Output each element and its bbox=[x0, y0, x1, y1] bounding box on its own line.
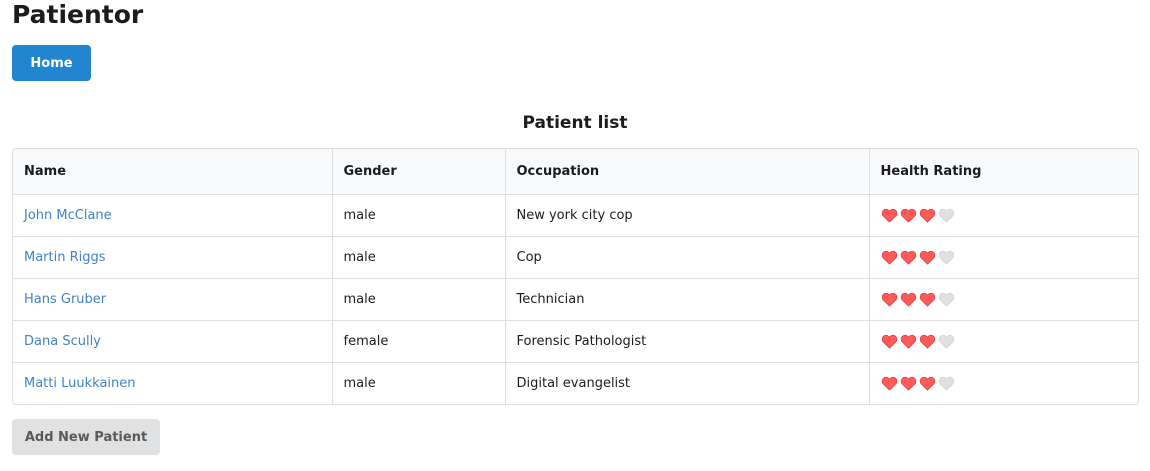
heart-filled-icon bbox=[900, 292, 917, 307]
cell-name: Hans Gruber bbox=[13, 278, 332, 321]
heart-filled-icon bbox=[881, 334, 898, 349]
patient-name-link[interactable]: Matti Luukkainen bbox=[24, 376, 136, 391]
heart-filled-icon bbox=[900, 208, 917, 223]
cell-name: John McClane bbox=[13, 195, 332, 237]
heart-empty-icon bbox=[938, 334, 955, 349]
table-row: Matti Luukkainen male Digital evangelist bbox=[13, 362, 1138, 404]
cell-name: Matti Luukkainen bbox=[13, 362, 332, 404]
cell-health-rating bbox=[868, 194, 1138, 237]
cell-occupation: New york city cop bbox=[504, 194, 869, 237]
patient-table-container: Name Gender Occupation Health Rating Joh… bbox=[12, 148, 1139, 405]
home-button[interactable]: Home bbox=[12, 45, 91, 81]
table-header: Name Gender Occupation Health Rating bbox=[13, 149, 1138, 195]
heart-filled-icon bbox=[881, 292, 898, 307]
cell-occupation: Digital evangelist bbox=[504, 362, 869, 404]
patient-name-link[interactable]: Dana Scully bbox=[24, 334, 101, 349]
table-row: Hans Gruber male Technician bbox=[13, 278, 1138, 321]
cell-gender: male bbox=[331, 236, 505, 279]
heart-filled-icon bbox=[881, 208, 898, 223]
patient-table: Name Gender Occupation Health Rating Joh… bbox=[13, 149, 1138, 404]
cell-health-rating bbox=[868, 278, 1138, 321]
column-header-health-rating: Health Rating bbox=[868, 149, 1138, 195]
cell-health-rating bbox=[868, 362, 1138, 404]
column-header-gender: Gender bbox=[331, 149, 505, 195]
cell-gender: male bbox=[331, 278, 505, 321]
health-rating bbox=[881, 376, 955, 391]
table-row: John McClane male New york city cop bbox=[13, 194, 1138, 237]
app-root: Patientor Home Patient list Name Gender … bbox=[0, 0, 1150, 471]
heart-filled-icon bbox=[900, 376, 917, 391]
patient-name-link[interactable]: Hans Gruber bbox=[24, 292, 106, 307]
table-body: John McClane male New york city cop Martin … bbox=[13, 194, 1138, 404]
heart-filled-icon bbox=[900, 334, 917, 349]
heart-filled-icon bbox=[881, 250, 898, 265]
health-rating bbox=[881, 334, 955, 349]
cell-gender: female bbox=[331, 320, 505, 363]
health-rating bbox=[881, 292, 955, 307]
heart-filled-icon bbox=[919, 376, 936, 391]
heart-empty-icon bbox=[938, 250, 955, 265]
app-title: Patientor bbox=[12, 0, 144, 29]
patient-list-title: Patient list bbox=[522, 113, 628, 133]
heart-empty-icon bbox=[938, 376, 955, 391]
cell-gender: male bbox=[331, 194, 505, 237]
cell-health-rating bbox=[868, 320, 1138, 363]
heart-filled-icon bbox=[881, 376, 898, 391]
cell-occupation: Cop bbox=[504, 236, 869, 279]
health-rating bbox=[881, 250, 955, 265]
cell-occupation: Forensic Pathologist bbox=[504, 320, 869, 363]
table-row: Martin Riggs male Cop bbox=[13, 236, 1138, 279]
heart-empty-icon bbox=[938, 292, 955, 307]
add-new-patient-button[interactable]: Add New Patient bbox=[12, 419, 160, 455]
cell-health-rating bbox=[868, 236, 1138, 279]
heart-filled-icon bbox=[919, 250, 936, 265]
heart-filled-icon bbox=[919, 292, 936, 307]
column-header-name: Name bbox=[13, 149, 332, 195]
health-rating bbox=[881, 208, 955, 223]
patient-name-link[interactable]: Martin Riggs bbox=[24, 250, 106, 265]
heart-filled-icon bbox=[919, 334, 936, 349]
heart-empty-icon bbox=[938, 208, 955, 223]
cell-name: Martin Riggs bbox=[13, 236, 332, 279]
heart-filled-icon bbox=[900, 250, 917, 265]
header-row: Name Gender Occupation Health Rating bbox=[13, 149, 1138, 195]
heart-filled-icon bbox=[919, 208, 936, 223]
table-row: Dana Scully female Forensic Pathologist bbox=[13, 320, 1138, 363]
patient-name-link[interactable]: John McClane bbox=[24, 208, 112, 223]
cell-gender: male bbox=[331, 362, 505, 404]
cell-name: Dana Scully bbox=[13, 320, 332, 363]
cell-occupation: Technician bbox=[504, 278, 869, 321]
column-header-occupation: Occupation bbox=[504, 149, 869, 195]
